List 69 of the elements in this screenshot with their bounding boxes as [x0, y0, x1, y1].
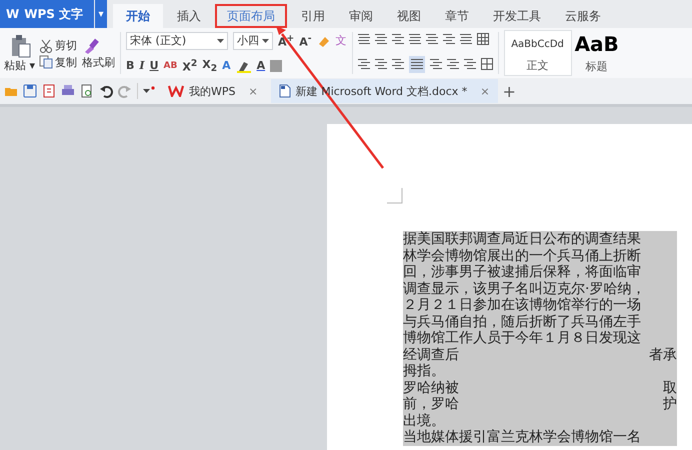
ribbon-tab[interactable]: 开始: [113, 4, 163, 28]
selected-text-line: 前，罗哈: [403, 396, 459, 412]
selected-text-line: 罗哈纳被: [403, 380, 459, 396]
italic-button[interactable]: I: [139, 59, 145, 72]
style-preset[interactable]: AaBbCcDd 正文: [504, 30, 572, 76]
ribbon-tab[interactable]: 插入: [167, 4, 211, 28]
character-shading-icon[interactable]: [270, 60, 282, 72]
align-left-icon[interactable]: [358, 58, 370, 71]
w-logo-icon: [168, 85, 184, 97]
margin-corner-icon: [387, 188, 403, 204]
dropdown-button[interactable]: ▾: [95, 0, 107, 28]
undo-icon[interactable]: [99, 84, 113, 98]
paste-button[interactable]: 粘贴 ▾: [4, 34, 36, 72]
selected-text-line: 林学会博物馆展出的一个兵马俑上折断: [403, 248, 641, 264]
ribbon-tab[interactable]: 开发工具: [483, 4, 551, 28]
strikethrough-button[interactable]: AB: [164, 60, 178, 71]
format-painter-label[interactable]: 格式刷: [82, 54, 116, 70]
selected-text-line: 据美国联邦调查局近日公布的调查结果: [403, 231, 641, 248]
selected-text-line: 回，涉事男子被逮捕后保释，将面临审: [403, 264, 641, 280]
font-family-field[interactable]: 宋体 (正文): [126, 32, 228, 50]
selected-text-line: 博物馆工作人员于今年１月８日发现这: [403, 330, 641, 346]
ribbon-tab[interactable]: 页面布局: [215, 4, 287, 28]
selected-text-line: 护: [663, 396, 677, 412]
pdf-icon[interactable]: [42, 84, 56, 98]
close-tab-button[interactable]: ×: [480, 84, 490, 98]
selected-text-line: ２月２１日参加在该博物馆举行的一场: [403, 297, 641, 314]
print-icon[interactable]: [61, 84, 75, 98]
new-tab-button[interactable]: +: [502, 82, 516, 100]
selected-text-line: 出境。: [403, 412, 445, 429]
underline-button[interactable]: U: [150, 59, 159, 72]
align-center-icon[interactable]: [374, 58, 387, 71]
shrink-font-button[interactable]: A$^{-}$: [299, 33, 312, 49]
caret-icon: [262, 38, 270, 43]
borders-icon[interactable]: [480, 58, 493, 71]
document-icon: [278, 84, 291, 98]
table-icon[interactable]: [476, 33, 489, 46]
selected-text-line: 拇指。: [403, 363, 445, 380]
scissors-icon: [39, 38, 54, 52]
ribbon-tab[interactable]: 云服务: [555, 4, 611, 28]
font-color-button[interactable]: A: [256, 59, 266, 72]
selected-text-line: 者承: [649, 346, 677, 363]
ribbon-tab[interactable]: 引用: [291, 4, 335, 28]
style-preset[interactable]: AaB 标题: [572, 30, 622, 76]
close-tab-button[interactable]: ×: [248, 84, 258, 98]
selected-text-line: 取: [663, 380, 677, 396]
justify-icon[interactable]: [410, 58, 423, 71]
align-right-icon[interactable]: [392, 58, 404, 71]
grow-font-button[interactable]: A$^{+}$: [278, 33, 294, 49]
document-tab[interactable]: 我的WPS ×: [160, 79, 266, 103]
selected-text-line: 经调查后: [403, 346, 459, 363]
pinyin-button[interactable]: 文: [336, 33, 347, 48]
caret-icon: [217, 38, 224, 43]
subscript-button[interactable]: X$_{2}$: [202, 58, 218, 74]
ribbon-tab[interactable]: 视图: [387, 4, 431, 28]
print-preview-icon[interactable]: [80, 84, 94, 98]
ribbon-tab[interactable]: 审阅: [339, 4, 383, 28]
selected-text-line: 与兵马俑自拍，随后折断了兵马俑左手: [403, 314, 641, 330]
font-size-field[interactable]: 小四: [233, 32, 274, 50]
app-menu-button[interactable]: W WPS 文字: [0, 0, 94, 28]
save-icon[interactable]: [23, 84, 37, 98]
copy-icon: [39, 55, 54, 69]
selected-text-line: 当地媒体援引富兰克林学会博物馆一名: [403, 429, 641, 446]
bold-button[interactable]: B: [126, 59, 134, 72]
superscript-button[interactable]: X$^{2}$: [182, 58, 198, 74]
text-effect-button[interactable]: A: [222, 59, 231, 72]
cut-button[interactable]: 剪切: [39, 38, 78, 53]
selected-text-line: 调查显示，该男子名叫迈克尔·罗哈纳，: [403, 280, 646, 297]
copy-button[interactable]: 复制: [39, 54, 78, 70]
ribbon-tab[interactable]: 章节: [435, 4, 479, 28]
